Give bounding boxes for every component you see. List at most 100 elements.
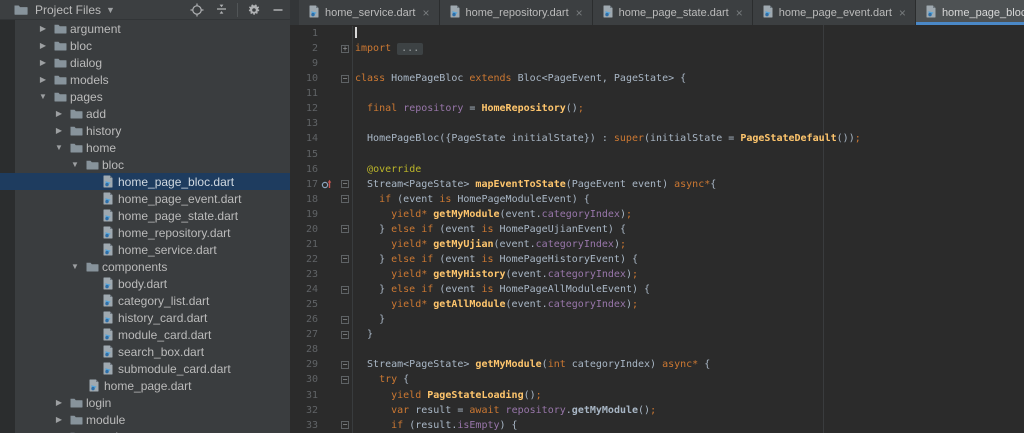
tree-item-home-page-state-dart[interactable]: home_page_state.dart xyxy=(0,207,290,224)
code-line-23[interactable]: 23 yield* getMyHistory(event.categoryInd… xyxy=(290,267,1024,283)
tab-home-page-bloc-dart[interactable]: home_page_bloc.dart× xyxy=(915,0,1024,25)
tab-home-page-event-dart[interactable]: home_page_event.dart × xyxy=(752,0,916,25)
code-line-28[interactable]: 28 xyxy=(290,342,1024,358)
code-line-25[interactable]: 25 yield* getAllModule(event.categoryInd… xyxy=(290,297,1024,313)
fold-gutter xyxy=(340,387,353,403)
code-editor[interactable]: 1 2 + import ... 9 10− class HomePageBloc exte… xyxy=(290,25,1024,433)
chevron-collapsed-icon[interactable]: ▶ xyxy=(54,126,64,135)
code-line-29[interactable]: 29 − Stream<PageState> getMyModule(int ca… xyxy=(290,357,1024,373)
fold-collapse-icon[interactable]: − xyxy=(341,255,349,264)
tree-item-pages[interactable]: ▼ pages xyxy=(0,88,290,105)
fold-collapse-icon[interactable]: − xyxy=(341,195,349,204)
tab-home-service-dart[interactable]: home_service.dart × xyxy=(299,0,440,25)
close-icon[interactable]: × xyxy=(423,7,430,19)
tree-item-label: home_service.dart xyxy=(118,242,217,257)
code-line-1[interactable]: 1 xyxy=(290,26,1024,42)
code-line-9[interactable]: 9 xyxy=(290,56,1024,72)
tree-item-history-card-dart[interactable]: history_card.dart xyxy=(0,309,290,326)
gutter-space xyxy=(318,372,340,387)
tree-item-submodule-card-dart[interactable]: submodule_card.dart xyxy=(0,360,290,377)
fold-collapse-icon[interactable]: − xyxy=(341,330,349,339)
fold-collapse-icon[interactable]: − xyxy=(341,421,349,430)
tree-item-home-page-bloc-dart[interactable]: home_page_bloc.dart xyxy=(0,173,290,190)
chevron-expanded-icon[interactable]: ▼ xyxy=(38,92,48,101)
tree-item-module[interactable]: ▶ module xyxy=(0,411,290,428)
chevron-collapsed-icon[interactable]: ▶ xyxy=(38,75,48,84)
collapse-all-icon[interactable] xyxy=(213,2,229,18)
tab-home-repository-dart[interactable]: home_repository.dart × xyxy=(439,0,593,25)
chevron-collapsed-icon[interactable]: ▶ xyxy=(54,398,64,407)
fold-collapse-icon[interactable]: − xyxy=(341,285,349,294)
code-line-32[interactable]: 32 var result = await repository.getMyMo… xyxy=(290,402,1024,418)
fold-collapse-icon[interactable]: − xyxy=(341,225,349,234)
close-icon[interactable]: × xyxy=(736,7,743,19)
hide-icon[interactable] xyxy=(270,2,286,18)
code-line-12[interactable]: 12 final repository = HomeRepository(); xyxy=(290,101,1024,117)
tree-item-home-page-event-dart[interactable]: home_page_event.dart xyxy=(0,190,290,207)
chevron-down-icon[interactable]: ▼ xyxy=(106,5,115,15)
code-line-16[interactable]: 16 @override xyxy=(290,161,1024,177)
tree-item-dialog[interactable]: ▶ dialog xyxy=(0,54,290,71)
fold-gutter xyxy=(340,297,353,313)
tree-item-login[interactable]: ▶ login xyxy=(0,394,290,411)
chevron-collapsed-icon[interactable]: ▶ xyxy=(54,109,64,118)
code-line-20[interactable]: 20 − } else if (event is HomePageUjianEve… xyxy=(290,221,1024,237)
tree-item-components[interactable]: ▼ components xyxy=(0,258,290,275)
close-icon[interactable]: × xyxy=(576,7,583,19)
code-line-21[interactable]: 21 yield* getMyUjian(event.categoryIndex… xyxy=(290,236,1024,252)
locate-icon[interactable] xyxy=(189,2,205,18)
tree-item-history[interactable]: ▶ history xyxy=(0,122,290,139)
code-line-27[interactable]: 27 − } xyxy=(290,327,1024,343)
panel-title[interactable]: Project Files xyxy=(35,3,101,17)
code-line-17[interactable]: 17 − Stream<PageState> mapEventToState(Pa… xyxy=(290,176,1024,192)
code-line-13[interactable]: 13 xyxy=(290,116,1024,132)
code-line-10[interactable]: 10 − class HomePageBloc extends Bloc<PageE… xyxy=(290,71,1024,87)
tree-item-module-card-dart[interactable]: module_card.dart xyxy=(0,326,290,343)
tree-item-bloc[interactable]: ▶ bloc xyxy=(0,37,290,54)
tree-item-add[interactable]: ▶ add xyxy=(0,105,290,122)
code-text: } xyxy=(355,314,386,326)
tree-item-home[interactable]: ▼ home xyxy=(0,139,290,156)
tree-item-home-page-dart[interactable]: home_page.dart xyxy=(0,377,290,394)
tree-item-search[interactable]: ▶search xyxy=(0,428,290,433)
settings-icon[interactable] xyxy=(246,2,262,18)
code-line-31[interactable]: 31 yield PageStateLoading(); xyxy=(290,387,1024,403)
chevron-collapsed-icon[interactable]: ▶ xyxy=(38,41,48,50)
tree-item-bloc[interactable]: ▼ bloc xyxy=(0,156,290,173)
code-line-22[interactable]: 22 − } else if (event is HomePageHistoryE… xyxy=(290,251,1024,267)
tree-item-body-dart[interactable]: body.dart xyxy=(0,275,290,292)
chevron-collapsed-icon[interactable]: ▶ xyxy=(54,415,64,424)
tree-item-search-box-dart[interactable]: search_box.dart xyxy=(0,343,290,360)
chevron-expanded-icon[interactable]: ▼ xyxy=(70,160,80,169)
fold-collapse-icon[interactable]: − xyxy=(341,375,349,384)
code-line-11[interactable]: 11 xyxy=(290,86,1024,102)
override-method-icon[interactable] xyxy=(318,177,340,192)
close-icon[interactable]: × xyxy=(899,7,906,19)
chevron-expanded-icon[interactable]: ▼ xyxy=(70,262,80,271)
tree-item-models[interactable]: ▶ models xyxy=(0,71,290,88)
chevron-collapsed-icon[interactable]: ▶ xyxy=(38,24,48,33)
code-line-19[interactable]: 19 yield* getMyModule(event.categoryInde… xyxy=(290,206,1024,222)
fold-collapse-icon[interactable]: − xyxy=(341,180,349,189)
code-line-33[interactable]: 33 − if (result.isEmpty) { xyxy=(290,417,1024,433)
chevron-expanded-icon[interactable]: ▼ xyxy=(54,143,64,152)
tab-home-page-state-dart[interactable]: home_page_state.dart × xyxy=(592,0,753,25)
tree-item-argument[interactable]: ▶ argument xyxy=(0,20,290,37)
code-line-2[interactable]: 2 + import ... xyxy=(290,41,1024,57)
tree-item-home-repository-dart[interactable]: home_repository.dart xyxy=(0,224,290,241)
fold-expand-icon[interactable]: + xyxy=(341,44,349,53)
code-line-14[interactable]: 14 HomePageBloc({PageState initialState}… xyxy=(290,131,1024,147)
line-number: 2 xyxy=(311,43,318,55)
fold-collapse-icon[interactable]: − xyxy=(341,360,349,369)
code-line-15[interactable]: 15 xyxy=(290,146,1024,162)
code-line-26[interactable]: 26 − } xyxy=(290,312,1024,328)
folder-icon xyxy=(84,259,100,275)
code-line-24[interactable]: 24 − } else if (event is HomePageAllModul… xyxy=(290,282,1024,298)
code-line-30[interactable]: 30 − try { xyxy=(290,372,1024,388)
code-line-18[interactable]: 18 − if (event is HomePageModuleEvent) { xyxy=(290,191,1024,207)
fold-collapse-icon[interactable]: − xyxy=(341,74,349,83)
tree-item-home-service-dart[interactable]: home_service.dart xyxy=(0,241,290,258)
chevron-collapsed-icon[interactable]: ▶ xyxy=(38,58,48,67)
fold-collapse-icon[interactable]: − xyxy=(341,315,349,324)
tree-item-category-list-dart[interactable]: category_list.dart xyxy=(0,292,290,309)
